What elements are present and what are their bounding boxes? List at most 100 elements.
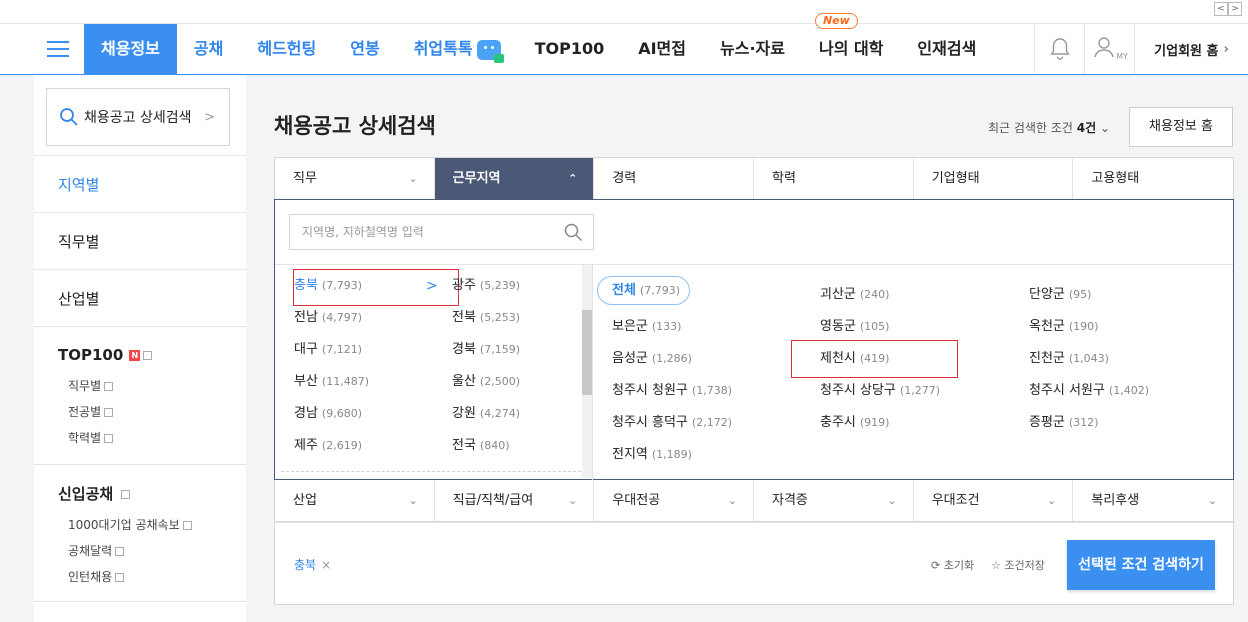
detail-search-link[interactable]: 채용공고 상세검색 >: [46, 88, 230, 146]
sidebar-item-region[interactable]: 지역별: [34, 155, 246, 212]
nav-item-top100[interactable]: TOP100: [518, 24, 622, 74]
new-badge: N: [129, 350, 141, 361]
region-item[interactable]: 전남 (4,797): [294, 306, 362, 325]
tab-benefits[interactable]: 복리후생 ⌄: [1073, 480, 1233, 521]
refresh-icon: ⟳: [931, 559, 941, 572]
nav-item-news[interactable]: 뉴스·자료: [703, 24, 802, 74]
notification-bell-icon[interactable]: [1034, 24, 1084, 74]
tab-preferred-major[interactable]: 우대전공 ⌄: [594, 480, 755, 521]
sidebar-subitem[interactable]: 학력별: [68, 429, 114, 446]
nav-item-my-university[interactable]: New 나의 대학: [802, 13, 900, 74]
nav-item-ai-interview[interactable]: AI면접: [621, 24, 703, 74]
region-item[interactable]: 경북 (7,159): [452, 338, 520, 357]
my-page-button[interactable]: MY: [1084, 24, 1134, 74]
prev-arrow-icon[interactable]: <: [1214, 2, 1228, 16]
banner-pager: < >: [1214, 2, 1242, 16]
tab-rank-salary[interactable]: 직급/직책/급여 ⌄: [435, 480, 595, 521]
scrollbar-thumb[interactable]: [582, 310, 592, 395]
sidebar-item-industry[interactable]: 산업별: [34, 269, 246, 326]
close-icon[interactable]: ×: [321, 558, 331, 572]
district-item[interactable]: 청주시 청원구 (1,738): [612, 379, 732, 398]
tab-career[interactable]: 경력: [594, 158, 755, 200]
tab-industry[interactable]: 산업 ⌄: [275, 480, 435, 521]
external-link-icon: [115, 573, 125, 582]
search-icon: [60, 108, 78, 126]
district-item[interactable]: 전지역 (1,189): [612, 443, 692, 462]
sidebar-subitem[interactable]: 직무별: [68, 377, 114, 394]
district-item[interactable]: 청주시 흥덕구 (2,172): [612, 411, 732, 430]
district-item[interactable]: 단양군 (95): [1029, 283, 1091, 302]
sidebar-subitem[interactable]: 공채달력: [68, 542, 125, 559]
selected-condition-chip[interactable]: 충북 ×: [294, 556, 331, 573]
region-item-selected[interactable]: 충북 (7,793) >: [293, 269, 459, 306]
district-item[interactable]: 보은군 (133): [612, 315, 681, 334]
district-item[interactable]: 옥천군 (190): [1029, 315, 1098, 334]
tab-job[interactable]: 직무 ⌄: [275, 158, 435, 200]
nav-item-talk[interactable]: 취업톡톡: [397, 24, 518, 74]
star-icon: ☆: [991, 559, 1001, 572]
nav-right: MY 기업회원 홈 ›: [1034, 24, 1248, 74]
jobs-home-button[interactable]: 채용정보 홈: [1129, 107, 1233, 147]
district-item[interactable]: 충주시 (919): [820, 411, 889, 430]
next-arrow-icon[interactable]: >: [1228, 2, 1242, 16]
nav-item-salary[interactable]: 연봉: [333, 24, 396, 74]
tab-preferred-conditions[interactable]: 우대조건 ⌄: [914, 480, 1074, 521]
chevron-down-icon: ⌄: [568, 494, 578, 507]
nav-item-headhunting[interactable]: 헤드헌팅: [240, 24, 333, 74]
district-all-button[interactable]: 전체 (7,793): [597, 276, 690, 305]
district-item[interactable]: 청주시 서원구 (1,402): [1029, 379, 1149, 398]
sidebar: 채용공고 상세검색 > 지역별 직무별 산업별 TOP100 N 직무별 전공별 …: [34, 75, 246, 622]
region-item[interactable]: 부산 (11,487): [294, 370, 369, 389]
region-item[interactable]: 제주 (2,619): [294, 434, 362, 453]
region-search-input[interactable]: [290, 215, 550, 249]
save-conditions-button[interactable]: ☆ 조건저장: [991, 557, 1045, 573]
district-item-highlighted[interactable]: 제천시 (419): [820, 347, 889, 366]
external-link-icon: [143, 351, 153, 360]
external-link-icon: [104, 382, 114, 391]
region-item[interactable]: 울산 (2,500): [452, 370, 520, 389]
chevron-down-icon: ⌄: [1207, 494, 1218, 507]
chevron-right-icon: >: [204, 109, 215, 125]
district-item[interactable]: 증평군 (312): [1029, 411, 1098, 430]
region-item[interactable]: 광주 (5,239): [452, 274, 520, 293]
chevron-down-icon: ⌄: [1047, 494, 1057, 507]
chevron-down-icon: ⌄: [887, 494, 897, 507]
recent-search-dropdown[interactable]: 최근 검색한 조건 4건 ⌄: [988, 119, 1110, 136]
corp-home-link[interactable]: 기업회원 홈 ›: [1134, 24, 1248, 74]
district-item[interactable]: 청주시 상당구 (1,277): [820, 379, 940, 398]
search-selected-conditions-button[interactable]: 선택된 조건 검색하기: [1067, 540, 1215, 590]
tab-education[interactable]: 학력: [754, 158, 914, 200]
reset-button[interactable]: ⟳ 초기화: [931, 557, 974, 573]
chat-bubble-icon: [476, 39, 504, 63]
external-link-icon: [115, 547, 125, 556]
filter-tabs-secondary: 산업 ⌄ 직급/직책/급여 ⌄ 우대전공 ⌄ 자격증 ⌄ 우대조건 ⌄ 복리후생 ⌄: [274, 480, 1234, 522]
sidebar-subitem[interactable]: 인턴채용: [68, 568, 125, 585]
region-item[interactable]: 전북 (5,253): [452, 306, 520, 325]
region-item[interactable]: 경남 (9,680): [294, 402, 362, 421]
region-item[interactable]: 강원 (4,274): [452, 402, 520, 421]
search-icon[interactable]: [564, 223, 583, 242]
district-item[interactable]: 영동군 (105): [820, 315, 889, 334]
sidebar-section-top100: TOP100 N 직무별 전공별 학력별: [34, 326, 246, 464]
external-link-icon: [121, 490, 131, 499]
region-item[interactable]: 대구 (7,121): [294, 338, 362, 357]
sidebar-subitem[interactable]: 전공별: [68, 403, 114, 420]
tab-certificate[interactable]: 자격증 ⌄: [754, 480, 914, 521]
nav-item-public[interactable]: 공채: [177, 24, 240, 74]
sidebar-subitem[interactable]: 1000대기업 공채속보: [68, 516, 192, 533]
district-item[interactable]: 음성군 (1,286): [612, 347, 692, 366]
sidebar-section-public-recruit: 신입공채 1000대기업 공채속보 공채달력 인턴채용: [34, 464, 246, 602]
hamburger-menu-icon[interactable]: [47, 41, 69, 58]
nav-item-talent-search[interactable]: 인재검색: [900, 24, 993, 74]
sidebar-item-job[interactable]: 직무별: [34, 212, 246, 269]
tab-work-region[interactable]: 근무지역 ⌃: [434, 158, 595, 200]
district-item[interactable]: 괴산군 (240): [820, 283, 889, 302]
sidebar-item-public-recruit[interactable]: 신입공채: [58, 483, 131, 504]
sidebar-item-top100[interactable]: TOP100 N: [58, 346, 153, 364]
chevron-down-icon: ⌄: [408, 172, 418, 185]
region-item[interactable]: 전국 (840): [452, 434, 510, 453]
tab-company-type[interactable]: 기업형태: [914, 158, 1074, 200]
tab-employment-type[interactable]: 고용형태: [1073, 158, 1233, 200]
district-item[interactable]: 진천군 (1,043): [1029, 347, 1109, 366]
nav-item-jobs[interactable]: 채용정보: [84, 24, 177, 74]
